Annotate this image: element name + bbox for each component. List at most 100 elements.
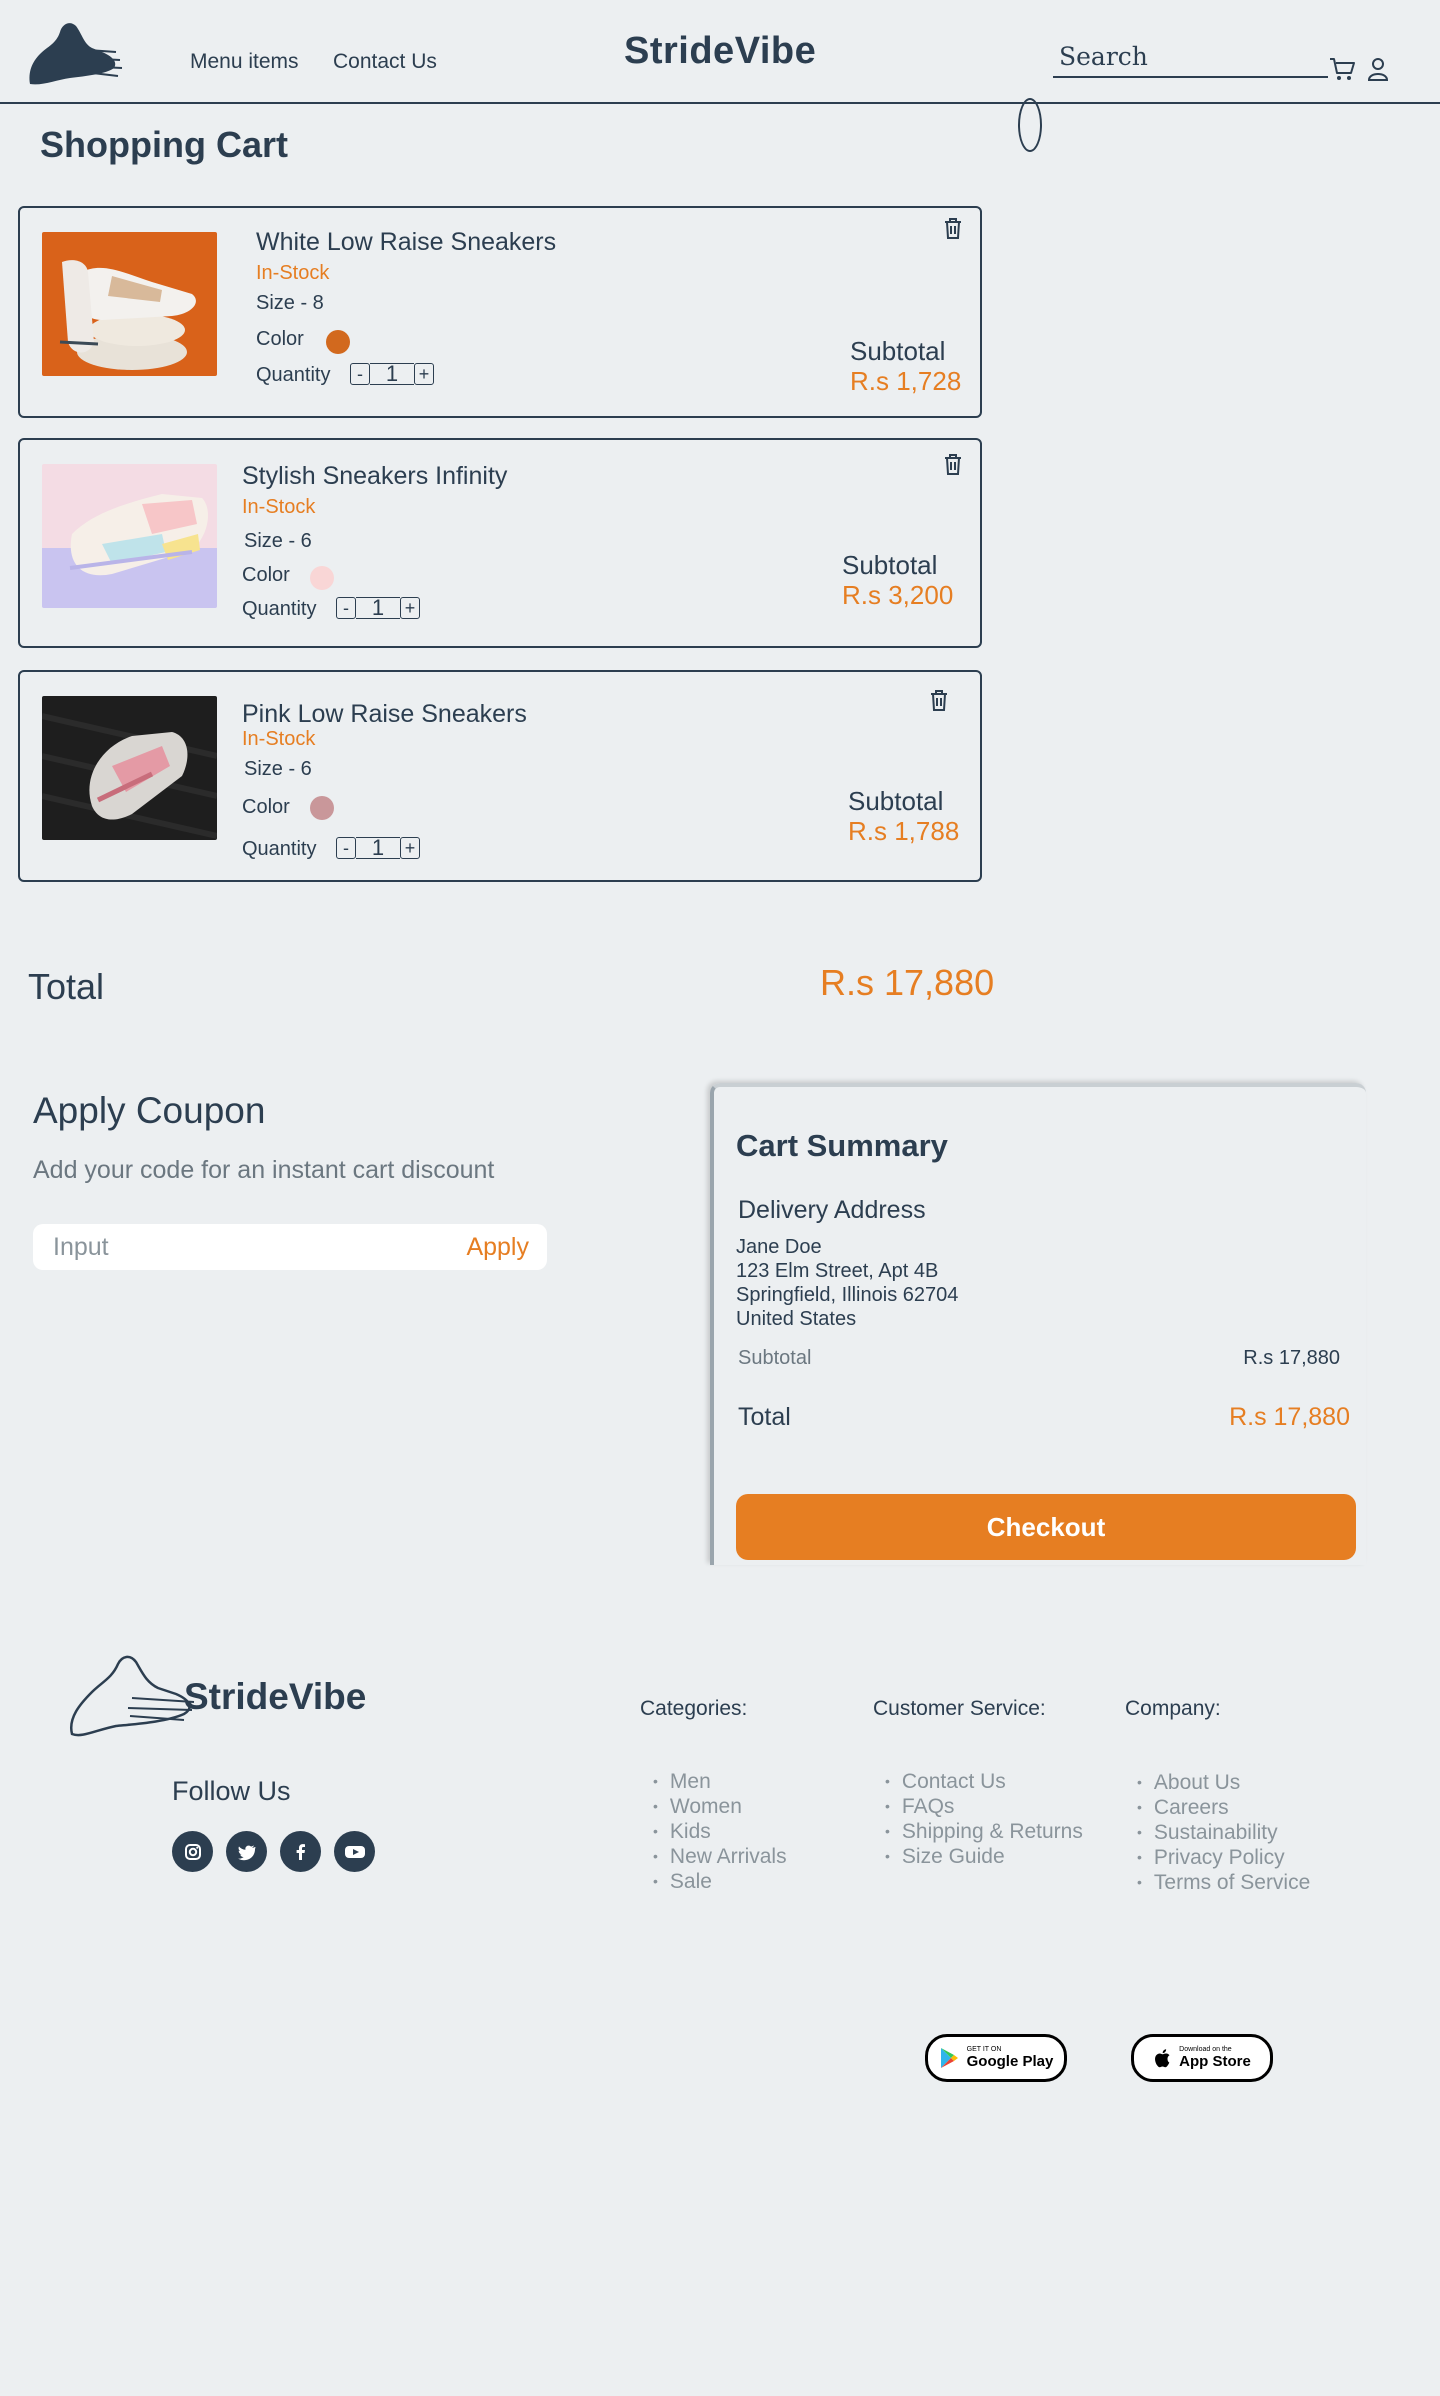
nav-contact-us[interactable]: Contact Us [333, 50, 437, 74]
footer-link-shipping-returns[interactable]: Shipping & Returns [885, 1820, 1083, 1845]
address-country: United States [736, 1308, 857, 1330]
apply-coupon-button[interactable]: Apply [466, 1233, 529, 1262]
google-play-badge[interactable]: GET IT ON Google Play [925, 2034, 1067, 2082]
increment-button[interactable]: + [414, 363, 434, 385]
google-play-big-text: Google Play [966, 2053, 1054, 2070]
address-street: 123 Elm Street, Apt 4B [736, 1260, 939, 1282]
product-name[interactable]: Stylish Sneakers Infinity [242, 462, 507, 491]
trash-icon[interactable] [942, 452, 964, 476]
summary-subtotal-value: R.s 17,880 [1243, 1347, 1340, 1369]
coupon-input[interactable] [53, 1230, 413, 1264]
categories-heading: Categories: [640, 1697, 748, 1720]
summary-total-value: R.s 17,880 [1229, 1403, 1350, 1431]
cart-item: Stylish Sneakers Infinity In-Stock Size … [18, 438, 982, 648]
increment-button[interactable]: + [400, 837, 420, 859]
google-play-icon [940, 2048, 958, 2068]
site-header: Menu items Contact Us StrideVibe [0, 0, 1440, 104]
footer-link-new-arrivals[interactable]: New Arrivals [653, 1845, 787, 1870]
color-label: Color [256, 328, 304, 350]
subtotal-value: R.s 3,200 [842, 580, 954, 610]
cart-icon[interactable] [1328, 56, 1356, 82]
footer-link-men[interactable]: Men [653, 1770, 787, 1795]
stock-status: In-Stock [242, 728, 316, 750]
color-swatch [310, 566, 334, 590]
product-image[interactable] [42, 696, 217, 840]
increment-button[interactable]: + [400, 597, 420, 619]
customer-service-list: Contact Us FAQs Shipping & Returns Size … [885, 1770, 1083, 1870]
decrement-button[interactable]: - [350, 363, 370, 385]
footer-link-sale[interactable]: Sale [653, 1870, 787, 1895]
footer-link-size-guide[interactable]: Size Guide [885, 1845, 1083, 1870]
quantity-value: 1 [356, 595, 400, 620]
footer-brand: StrideVibe [184, 1676, 367, 1717]
total-value: R.s 17,880 [820, 962, 995, 1003]
product-size: Size - 8 [256, 292, 324, 314]
subtotal-label: Subtotal [848, 786, 944, 816]
nav-menu-items[interactable]: Menu items [190, 50, 299, 74]
footer-link-faqs[interactable]: FAQs [885, 1795, 1083, 1820]
app-store-badge[interactable]: Download on the App Store [1131, 2034, 1273, 2082]
customer-service-heading: Customer Service: [873, 1697, 1046, 1720]
trash-icon[interactable] [942, 216, 964, 240]
company-list: About Us Careers Sustainability Privacy … [1137, 1771, 1310, 1896]
coupon-title: Apply Coupon [33, 1090, 266, 1131]
product-name[interactable]: White Low Raise Sneakers [256, 228, 556, 257]
summary-total-label: Total [738, 1403, 791, 1431]
brand-title: StrideVibe [624, 30, 817, 72]
quantity-stepper: - 1 + [350, 361, 434, 386]
twitter-icon[interactable] [226, 1831, 267, 1872]
follow-us-label: Follow Us [172, 1776, 291, 1806]
quantity-stepper: - 1 + [336, 835, 420, 860]
instagram-icon[interactable] [172, 1831, 213, 1872]
company-heading: Company: [1125, 1697, 1221, 1720]
decrement-button[interactable]: - [336, 597, 356, 619]
quantity-value: 1 [370, 361, 414, 386]
decrement-button[interactable]: - [336, 837, 356, 859]
apple-icon [1155, 2049, 1170, 2068]
quantity-label: Quantity [242, 598, 317, 620]
product-image[interactable] [42, 464, 217, 608]
subtotal-value: R.s 1,788 [848, 816, 960, 846]
footer-link-women[interactable]: Women [653, 1795, 787, 1820]
footer-link-terms-of-service[interactable]: Terms of Service [1137, 1871, 1310, 1896]
total-label: Total [28, 966, 105, 1007]
search-input[interactable] [1053, 36, 1328, 78]
subtotal-value: R.s 1,728 [850, 366, 962, 396]
footer-link-about-us[interactable]: About Us [1137, 1771, 1310, 1796]
address-name: Jane Doe [736, 1236, 822, 1258]
color-swatch [326, 330, 350, 354]
shoe-logo-icon[interactable] [66, 1648, 196, 1740]
subtotal-label: Subtotal [850, 336, 946, 366]
address-city: Springfield, Illinois 62704 [736, 1284, 959, 1306]
user-icon[interactable] [1364, 56, 1392, 82]
cursor-outline [1018, 98, 1042, 152]
footer-link-careers[interactable]: Careers [1137, 1796, 1310, 1821]
page-title: Shopping Cart [40, 124, 288, 165]
color-swatch [310, 796, 334, 820]
trash-icon[interactable] [928, 688, 950, 712]
product-name[interactable]: Pink Low Raise Sneakers [242, 700, 527, 729]
footer-link-privacy-policy[interactable]: Privacy Policy [1137, 1846, 1310, 1871]
color-label: Color [242, 564, 290, 586]
app-store-big-text: App Store [1179, 2053, 1251, 2070]
cart-item: Pink Low Raise Sneakers In-Stock Size - … [18, 670, 982, 882]
footer-link-contact-us[interactable]: Contact Us [885, 1770, 1083, 1795]
cart-item: White Low Raise Sneakers In-Stock Size -… [18, 206, 982, 418]
quantity-label: Quantity [242, 838, 317, 860]
youtube-icon[interactable] [334, 1831, 375, 1872]
delivery-address-title: Delivery Address [738, 1196, 926, 1224]
summary-subtotal-label: Subtotal [738, 1347, 812, 1369]
footer-link-kids[interactable]: Kids [653, 1820, 787, 1845]
product-image[interactable] [42, 232, 217, 376]
quantity-value: 1 [356, 835, 400, 860]
stock-status: In-Stock [256, 262, 330, 284]
shoe-logo-icon[interactable] [26, 14, 124, 90]
footer-link-sustainability[interactable]: Sustainability [1137, 1821, 1310, 1846]
facebook-icon[interactable] [280, 1831, 321, 1872]
product-size: Size - 6 [244, 758, 312, 780]
quantity-label: Quantity [256, 364, 331, 386]
subtotal-label: Subtotal [842, 550, 938, 580]
quantity-stepper: - 1 + [336, 595, 420, 620]
checkout-button[interactable]: Checkout [736, 1494, 1356, 1560]
categories-list: Men Women Kids New Arrivals Sale [653, 1770, 787, 1895]
